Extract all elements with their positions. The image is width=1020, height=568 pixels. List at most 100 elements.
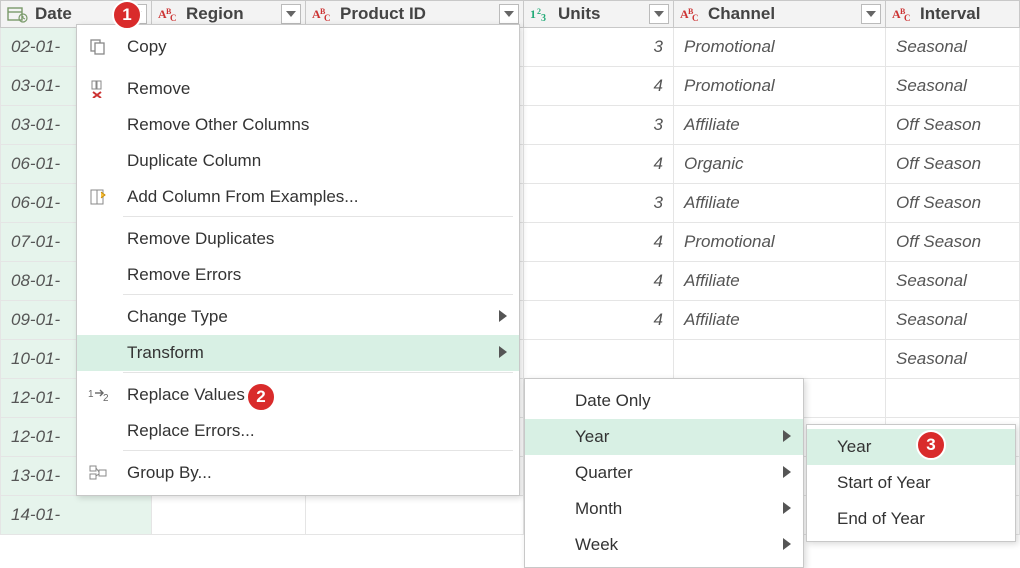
menu-label: Start of Year (837, 473, 931, 493)
svg-text:C: C (904, 13, 911, 23)
filter-button[interactable] (281, 4, 301, 24)
submenu-arrow-icon (783, 463, 791, 483)
cell-interval[interactable]: Seasonal (886, 67, 1020, 106)
group-by-icon (87, 462, 109, 484)
column-label: Region (186, 4, 244, 24)
menu-remove-errors[interactable]: Remove Errors (77, 257, 519, 293)
text-type-icon: ABC (892, 5, 914, 23)
text-type-icon: ABC (158, 5, 180, 23)
submenu-month[interactable]: Month (525, 491, 803, 527)
cell-channel[interactable]: Promotional (674, 223, 886, 262)
copy-icon (87, 36, 109, 58)
cell-channel[interactable]: Promotional (674, 67, 886, 106)
cell-units[interactable]: 4 (524, 67, 674, 106)
column-label: Date (35, 4, 72, 24)
cell-interval[interactable]: Off Season (886, 184, 1020, 223)
cell-region[interactable] (152, 496, 306, 535)
cell-units[interactable]: 4 (524, 301, 674, 340)
callout-badge-1: 1 (112, 0, 142, 30)
cell-channel[interactable]: Promotional (674, 28, 886, 67)
number-type-icon: 123 (530, 5, 552, 23)
svg-text:2: 2 (103, 393, 108, 403)
cell-channel[interactable]: Organic (674, 145, 886, 184)
column-label: Product ID (340, 4, 426, 24)
cell-interval[interactable]: Off Season (886, 223, 1020, 262)
column-header-channel[interactable]: ABC Channel (674, 0, 886, 28)
menu-label: Date Only (575, 391, 651, 411)
menu-label: Transform (127, 343, 204, 363)
cell-units[interactable]: 4 (524, 145, 674, 184)
filter-button[interactable] (861, 4, 881, 24)
submenu-arrow-icon (499, 343, 507, 363)
cell-channel[interactable]: Affiliate (674, 184, 886, 223)
svg-text:1: 1 (530, 7, 536, 21)
submenu-arrow-icon (783, 499, 791, 519)
callout-badge-2: 2 (246, 382, 276, 412)
cell-units[interactable]: 4 (524, 262, 674, 301)
replace-values-icon: 12 (87, 384, 109, 406)
cell-interval[interactable]: Seasonal (886, 262, 1020, 301)
menu-remove-duplicates[interactable]: Remove Duplicates (77, 221, 519, 257)
cell-units[interactable]: 4 (524, 223, 674, 262)
menu-copy[interactable]: Copy (77, 29, 519, 65)
submenu-date-only[interactable]: Date Only (525, 383, 803, 419)
cell-channel[interactable]: Affiliate (674, 262, 886, 301)
column-label: Units (558, 4, 601, 24)
cell-units[interactable]: 3 (524, 184, 674, 223)
cell-units[interactable] (524, 340, 674, 379)
cell-channel[interactable]: Affiliate (674, 106, 886, 145)
cell-interval[interactable]: Seasonal (886, 301, 1020, 340)
submenu-arrow-icon (783, 535, 791, 555)
submenu-transform: Date Only Year Quarter Month Week (524, 378, 804, 568)
submenu-start-of-year[interactable]: Start of Year (807, 465, 1015, 501)
callout-badge-3: 3 (916, 430, 946, 460)
cell-channel[interactable] (674, 340, 886, 379)
menu-label: Year (575, 427, 609, 447)
cell-interval[interactable]: Off Season (886, 145, 1020, 184)
menu-remove[interactable]: Remove (77, 71, 519, 107)
cell-date[interactable]: 14-01- (0, 496, 152, 535)
column-header-interval[interactable]: ABC Interval (886, 0, 1020, 28)
filter-button[interactable] (649, 4, 669, 24)
menu-label: Remove (127, 79, 190, 99)
menu-remove-other[interactable]: Remove Other Columns (77, 107, 519, 143)
cell-units[interactable]: 3 (524, 106, 674, 145)
menu-change-type[interactable]: Change Type (77, 299, 519, 335)
menu-label: Group By... (127, 463, 212, 483)
cell-interval[interactable]: Seasonal (886, 340, 1020, 379)
menu-label: Remove Other Columns (127, 115, 309, 135)
add-column-icon (87, 186, 109, 208)
menu-transform[interactable]: Transform (77, 335, 519, 371)
svg-text:C: C (692, 13, 699, 23)
cell-interval[interactable] (886, 379, 1020, 418)
menu-label: Change Type (127, 307, 228, 327)
menu-label: Remove Duplicates (127, 229, 274, 249)
menu-label: Replace Errors... (127, 421, 255, 441)
cell-channel[interactable]: Affiliate (674, 301, 886, 340)
svg-text:C: C (324, 13, 331, 23)
date-type-icon (7, 5, 29, 23)
filter-button[interactable] (499, 4, 519, 24)
submenu-year-year[interactable]: Year (807, 429, 1015, 465)
submenu-end-of-year[interactable]: End of Year (807, 501, 1015, 537)
menu-label: Replace Values... (127, 385, 259, 405)
submenu-arrow-icon (499, 307, 507, 327)
cell-interval[interactable]: Seasonal (886, 28, 1020, 67)
submenu-week[interactable]: Week (525, 527, 803, 563)
remove-column-icon (87, 78, 109, 100)
cell-units[interactable]: 3 (524, 28, 674, 67)
menu-replace-errors[interactable]: Replace Errors... (77, 413, 519, 449)
menu-label: Remove Errors (127, 265, 241, 285)
menu-label: Copy (127, 37, 167, 57)
menu-add-from-examples[interactable]: Add Column From Examples... (77, 179, 519, 215)
submenu-year[interactable]: Year (525, 419, 803, 455)
cell-interval[interactable]: Off Season (886, 106, 1020, 145)
column-header-units[interactable]: 123 Units (524, 0, 674, 28)
menu-replace-values[interactable]: 12 Replace Values... (77, 377, 519, 413)
submenu-quarter[interactable]: Quarter (525, 455, 803, 491)
cell-product[interactable] (306, 496, 524, 535)
text-type-icon: ABC (312, 5, 334, 23)
menu-duplicate[interactable]: Duplicate Column (77, 143, 519, 179)
svg-text:3: 3 (541, 13, 546, 23)
menu-group-by[interactable]: Group By... (77, 455, 519, 491)
